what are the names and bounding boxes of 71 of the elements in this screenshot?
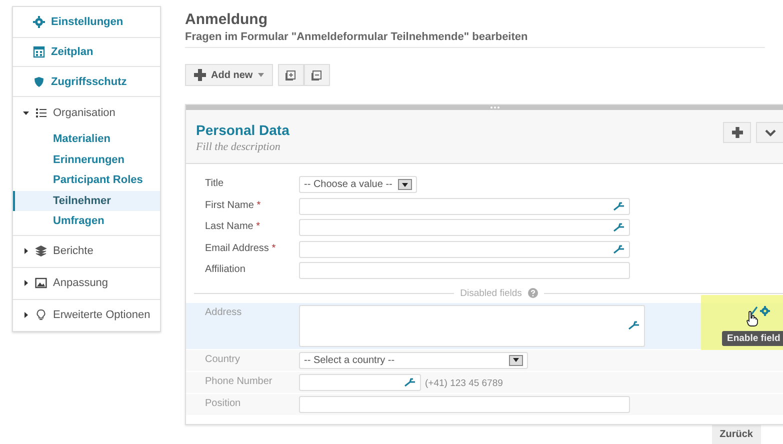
field-label: First Name * bbox=[205, 198, 262, 210]
divider-label: Disabled fields bbox=[460, 288, 522, 298]
collapse-icon bbox=[311, 70, 322, 80]
sidebar-subitem[interactable]: Participant Roles bbox=[13, 170, 160, 190]
page-title: Anmeldung bbox=[185, 11, 268, 28]
add-new-button[interactable]: Add new bbox=[185, 64, 273, 86]
pen-icon[interactable] bbox=[613, 244, 625, 254]
field-label: Affiliation bbox=[205, 263, 246, 275]
field-label: Title bbox=[205, 177, 225, 189]
input-field[interactable] bbox=[299, 198, 630, 214]
pen-icon[interactable] bbox=[628, 321, 640, 330]
lightbulb-icon bbox=[35, 309, 47, 321]
section-description[interactable]: Fill the description bbox=[196, 141, 290, 153]
expand-all-button[interactable] bbox=[278, 64, 304, 86]
list-icon bbox=[35, 107, 47, 119]
back-button[interactable]: Zurück bbox=[712, 424, 761, 444]
input-field[interactable] bbox=[299, 262, 630, 279]
help-icon[interactable] bbox=[528, 288, 538, 298]
sidebar-item[interactable]: Berichte bbox=[13, 236, 160, 266]
collapse-all-button[interactable] bbox=[304, 64, 330, 86]
sidebar-subitem[interactable]: Erinnerungen bbox=[13, 150, 160, 170]
caret-down-icon bbox=[513, 358, 519, 362]
sidebar-item[interactable]: Einstellungen bbox=[13, 7, 160, 37]
pen-icon[interactable] bbox=[613, 223, 625, 232]
input-field[interactable] bbox=[299, 396, 630, 412]
drag-handle[interactable] bbox=[186, 105, 783, 110]
select-field[interactable]: -- Choose a value -- bbox=[299, 176, 417, 193]
calendar-icon bbox=[33, 46, 45, 58]
page-subtitle: Fragen im Formular "Anmeldeformular Teilnehmende" bearbeiten bbox=[185, 31, 765, 48]
sidebar-item[interactable]: Erweiterte Optionen bbox=[13, 300, 160, 330]
layers-icon bbox=[35, 245, 47, 257]
image-icon bbox=[35, 277, 47, 289]
input-field[interactable] bbox=[299, 219, 630, 236]
select-field[interactable]: -- Select a country -- bbox=[299, 352, 528, 368]
section-title: Personal Data bbox=[196, 122, 290, 138]
caret-right-icon bbox=[23, 312, 29, 318]
sidebar-subitem[interactable]: Umfragen bbox=[13, 211, 160, 232]
sidebar-subitem[interactable]: Materialien bbox=[13, 129, 160, 150]
caret-down-icon bbox=[402, 182, 408, 186]
field-label: Phone Number bbox=[205, 374, 274, 386]
sidebar-item[interactable]: Anpassung bbox=[13, 268, 160, 298]
sidebar-subitem[interactable]: Teilnehmer bbox=[13, 190, 160, 211]
input-field[interactable] bbox=[299, 374, 421, 390]
pen-icon[interactable] bbox=[613, 202, 625, 210]
caret-down-icon bbox=[23, 110, 29, 116]
field-label: Position bbox=[205, 396, 242, 408]
caret-right-icon bbox=[23, 248, 29, 254]
hand-cursor-icon bbox=[746, 311, 758, 327]
chevron-down-icon bbox=[764, 128, 776, 136]
input-field[interactable] bbox=[299, 240, 630, 258]
expand-icon bbox=[285, 70, 296, 80]
dropdown-button[interactable] bbox=[509, 354, 523, 366]
collapse-button[interactable] bbox=[756, 122, 783, 143]
pen-icon[interactable] bbox=[404, 378, 416, 386]
caret-down-icon bbox=[258, 73, 264, 77]
field-label: Address bbox=[205, 306, 243, 318]
field-label: Last Name * bbox=[205, 220, 262, 232]
field-label: Country bbox=[205, 352, 242, 364]
tooltip: Enable field bbox=[722, 331, 783, 346]
sidebar-item[interactable]: Organisation bbox=[13, 97, 160, 129]
shield-icon bbox=[33, 76, 45, 88]
add-button[interactable] bbox=[723, 122, 751, 143]
sidebar-item[interactable]: Zugriffsschutz bbox=[13, 67, 160, 96]
caret-right-icon bbox=[23, 280, 29, 286]
gear-icon bbox=[33, 16, 45, 28]
plus-icon bbox=[732, 127, 742, 138]
field-hint: (+41) 123 45 6789 bbox=[425, 378, 503, 388]
field-label: Email Address * bbox=[205, 242, 277, 254]
sidebar-item[interactable]: Zeitplan bbox=[13, 38, 160, 66]
dropdown-button[interactable] bbox=[398, 179, 412, 190]
plus-icon bbox=[194, 69, 206, 81]
